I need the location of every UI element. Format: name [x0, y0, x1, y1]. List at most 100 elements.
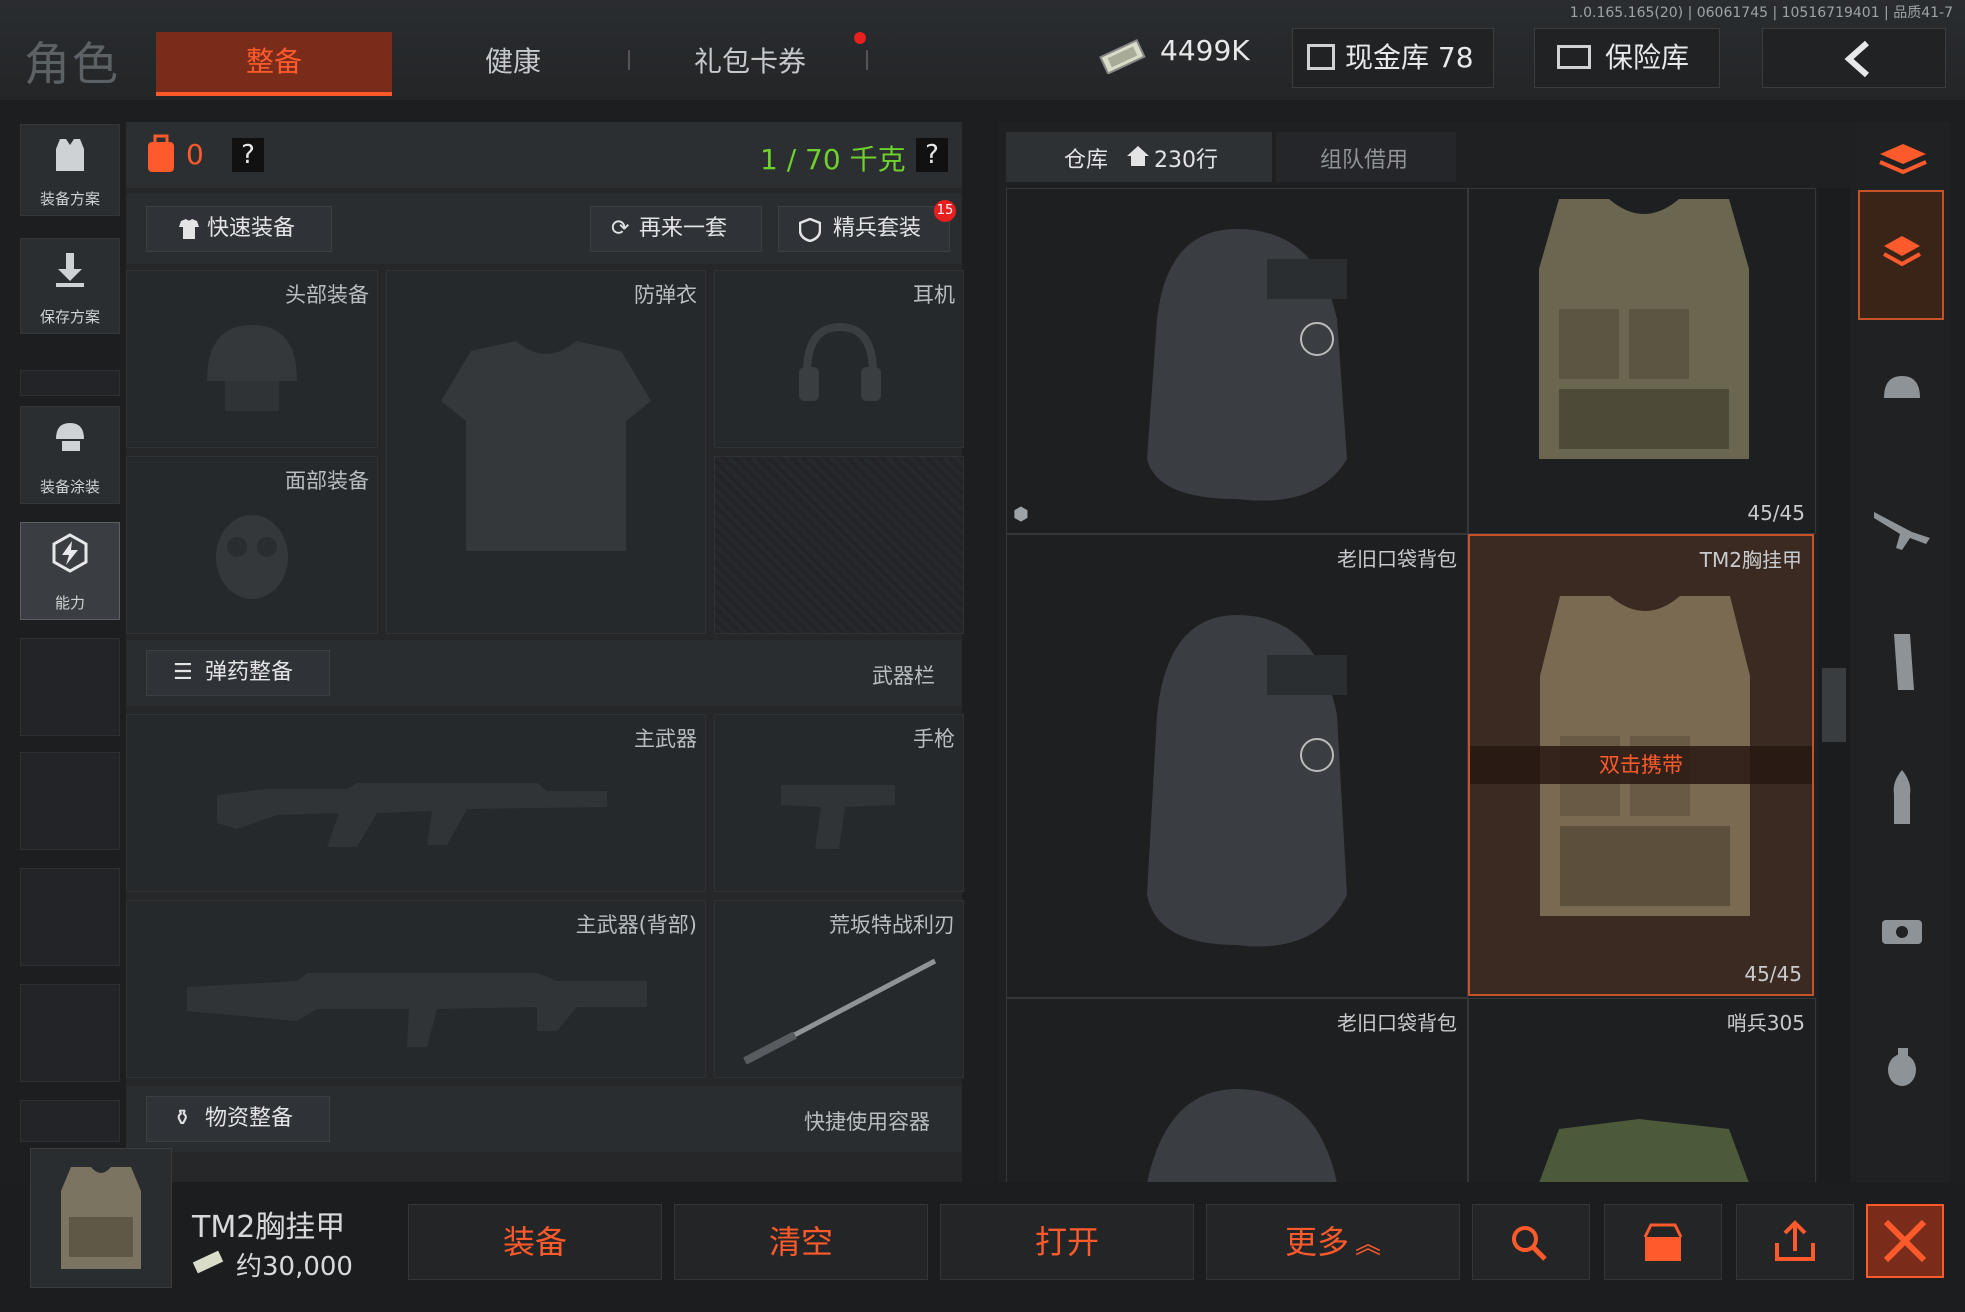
rifle-icon: [1874, 512, 1930, 550]
nav-ability[interactable]: 能力: [20, 522, 120, 620]
notification-dot: [854, 32, 866, 44]
back-button[interactable]: [1762, 28, 1946, 88]
nav-empty-slot: [20, 984, 120, 1082]
item-name: 哨兵305: [1726, 1011, 1805, 1035]
open-button[interactable]: 打开: [940, 1204, 1194, 1280]
elite-set-badge: 15: [934, 200, 956, 222]
slot-pistol[interactable]: 手枪: [714, 714, 964, 892]
storage-item-vest[interactable]: 45/45: [1468, 188, 1816, 534]
tab-warehouse[interactable]: 仓库 230行: [1006, 132, 1272, 182]
weapon-bar-label: 武器栏: [872, 664, 935, 688]
double-click-hint-bar: 双击携带: [1470, 746, 1812, 784]
slot-primary-back[interactable]: 主武器(背部): [126, 900, 706, 1078]
ammo-prep-label: 弹药整备: [205, 660, 294, 685]
cash-vault-label: 现金库 78: [1345, 41, 1474, 74]
tab-health[interactable]: 健康: [418, 32, 608, 92]
item-durability: 45/45: [1747, 501, 1805, 525]
list-icon: ☰: [173, 660, 193, 685]
supply-prep-button[interactable]: ⚱ 物资整备: [146, 1096, 330, 1142]
item-name: 老旧口袋背包: [1337, 547, 1457, 571]
search-button[interactable]: [1472, 1204, 1590, 1280]
gas-mask-icon: [216, 515, 288, 599]
ammo-prep-button[interactable]: ☰ 弹药整备: [146, 650, 330, 696]
weight-help-button[interactable]: ?: [916, 138, 948, 172]
slot-label: 荒坂特战利刃: [829, 913, 955, 937]
box-button[interactable]: [1604, 1204, 1722, 1280]
vest-plan-icon: [56, 139, 84, 171]
double-click-hint: 双击携带: [1599, 753, 1683, 777]
save-arrow-icon: [56, 253, 84, 287]
slot-label: 手枪: [913, 727, 955, 751]
backpack-image: [1147, 229, 1347, 501]
scope-icon: [1882, 920, 1922, 944]
slot-head[interactable]: 头部装备: [126, 270, 378, 448]
vest-image: [1539, 1119, 1749, 1183]
safe-box-button[interactable]: 保险库: [1534, 28, 1720, 88]
weight-readout: 1 / 70 千克: [760, 143, 906, 176]
slot-label: 耳机: [913, 283, 955, 307]
quick-equip-button[interactable]: 快速装备: [146, 206, 332, 252]
magazine-icon: [1894, 634, 1914, 690]
tab-gift-cards[interactable]: 礼包卡券: [660, 32, 840, 92]
plate-carrier-image: [61, 1167, 141, 1269]
warehouse-label: 仓库: [1064, 148, 1109, 173]
help-button[interactable]: ?: [232, 138, 264, 172]
item-durability: 45/45: [1744, 962, 1802, 986]
headset-icon: [799, 322, 881, 401]
tab-equip[interactable]: 整备: [156, 32, 392, 96]
nav-equip-paint[interactable]: 装备涂装: [20, 406, 120, 504]
equip-button[interactable]: 装备: [408, 1204, 662, 1280]
item-name: TM2胸挂甲: [1699, 548, 1802, 572]
version-text: 1.0.165.165(20) | 06061745 | 10516719401…: [1569, 5, 1953, 21]
cash-vault-button[interactable]: 现金库 78: [1292, 28, 1494, 88]
slot-primary-weapon[interactable]: 主武器: [126, 714, 706, 892]
more-button[interactable]: 更多 ︽: [1206, 1204, 1460, 1280]
helmet-icon: [1884, 376, 1920, 398]
sort-stack-button[interactable]: [1870, 134, 1936, 182]
warehouse-rows: 230行: [1154, 148, 1218, 173]
backpack-image: [1147, 615, 1347, 947]
category-magazine[interactable]: [1858, 600, 1944, 730]
slot-label: 防弹衣: [634, 283, 697, 307]
category-rifle[interactable]: [1858, 462, 1944, 592]
category-ammo[interactable]: [1858, 736, 1944, 866]
close-icon: [1883, 1219, 1927, 1263]
backpack-image: [1147, 1089, 1337, 1183]
storage-item-old-backpack[interactable]: 老旧口袋背包: [1006, 534, 1468, 998]
storage-item-sentinel[interactable]: 哨兵305: [1468, 998, 1816, 1184]
clear-button[interactable]: 清空: [674, 1204, 928, 1280]
slot-label: 面部装备: [285, 469, 369, 493]
nav-save-plan[interactable]: 保存方案: [20, 238, 120, 334]
backpack-count: 0: [186, 138, 204, 171]
elite-set-button[interactable]: 精兵套装: [778, 206, 950, 252]
storage-item-backpack[interactable]: ⬢: [1006, 188, 1468, 534]
house-icon: [1127, 146, 1149, 166]
put-in-button[interactable]: [1736, 1204, 1854, 1280]
again-set-button[interactable]: ⟳ 再来一套: [590, 206, 762, 252]
category-attachment[interactable]: [1858, 870, 1944, 1000]
selected-item-thumbnail: [30, 1148, 172, 1288]
slot-melee[interactable]: 荒坂特战利刃: [714, 900, 964, 1078]
slot-face[interactable]: 面部装备: [126, 456, 378, 634]
rifle-back-icon: [187, 973, 647, 1047]
stack-icon: [1883, 236, 1921, 267]
chevron-left-icon: [1844, 40, 1869, 78]
category-grenade[interactable]: [1858, 1004, 1944, 1134]
tab-team-borrow[interactable]: 组队借用: [1276, 132, 1456, 182]
category-all[interactable]: [1858, 190, 1944, 320]
helmet-icon: [207, 325, 297, 411]
shield-icon: [799, 218, 821, 242]
nav-label: 装备涂装: [39, 478, 100, 496]
slot-headset[interactable]: 耳机: [714, 270, 964, 448]
slot-armor[interactable]: 防弹衣: [386, 270, 706, 634]
category-helmet[interactable]: [1858, 330, 1944, 460]
storage-scrollbar-thumb[interactable]: [1822, 668, 1846, 742]
nav-equip-plan[interactable]: 装备方案: [20, 124, 120, 216]
slot-locked: [714, 456, 964, 634]
storage-item-old-backpack-2[interactable]: 老旧口袋背包: [1006, 998, 1468, 1184]
storage-item-tm2-vest-selected[interactable]: TM2胸挂甲 双击携带 45/45: [1468, 534, 1814, 996]
close-button[interactable]: [1866, 1204, 1944, 1278]
search-icon: [1512, 1226, 1547, 1261]
nav-spacer: [20, 370, 120, 396]
page-title: 角色: [24, 37, 120, 91]
